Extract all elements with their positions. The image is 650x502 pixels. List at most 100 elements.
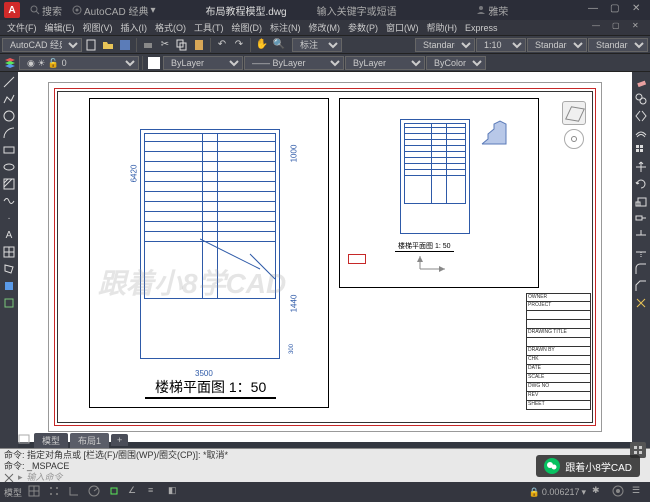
stretch-icon[interactable] xyxy=(633,210,649,226)
plotcolor-select[interactable]: ByColor xyxy=(426,56,486,70)
close-button[interactable]: ✕ xyxy=(632,3,646,17)
sb-otrack-icon[interactable]: ∠ xyxy=(128,485,142,499)
workspace-select[interactable]: AutoCAD 经典 xyxy=(2,38,82,52)
nav-wheel[interactable] xyxy=(564,129,584,149)
menu-param[interactable]: 参数(P) xyxy=(345,21,381,34)
offset-icon[interactable] xyxy=(633,125,649,141)
scale-select[interactable]: 1:10 xyxy=(476,38,526,52)
sb-lineweight-icon[interactable]: ≡ xyxy=(148,485,162,499)
color-select[interactable]: ByLayer xyxy=(163,56,243,70)
viewport-right[interactable]: 楼梯平面图 1: 50 xyxy=(339,98,539,288)
explode-icon[interactable] xyxy=(633,295,649,311)
sb-scale[interactable]: 🔒 0.006217 ▾ xyxy=(529,487,586,498)
table-icon[interactable] xyxy=(1,244,17,260)
erase-icon[interactable] xyxy=(633,74,649,90)
copy-obj-icon[interactable] xyxy=(633,91,649,107)
region-icon[interactable] xyxy=(1,261,17,277)
polyline-icon[interactable] xyxy=(1,91,17,107)
maximize-button[interactable]: ▢ xyxy=(610,3,624,17)
tab-layout1[interactable]: 布局1 xyxy=(70,433,109,448)
sb-annotation-icon[interactable]: ✱ xyxy=(592,485,606,499)
menu-help[interactable]: 帮助(H) xyxy=(424,21,461,34)
print-icon[interactable] xyxy=(140,37,156,53)
doc-maximize-button[interactable]: ▢ xyxy=(612,21,626,35)
sb-grid-icon[interactable] xyxy=(28,485,42,499)
sb-snap-icon[interactable] xyxy=(48,485,62,499)
minimize-button[interactable]: — xyxy=(588,3,602,17)
toolbar-layers: ◉ ☀ 🔓 0 ByLayer —— ByLayer ByLayer ByCol… xyxy=(0,54,650,72)
ellipse-icon[interactable] xyxy=(1,159,17,175)
workspace-dropdown[interactable]: AutoCAD 经典 ▾ xyxy=(72,3,156,18)
rotate-icon[interactable] xyxy=(633,176,649,192)
viewport-left[interactable]: 6420 1000 1440 300 3500 楼梯平面图 1：50 xyxy=(89,98,329,408)
menu-edit[interactable]: 编辑(E) xyxy=(42,21,78,34)
save-icon[interactable] xyxy=(117,37,133,53)
text-icon[interactable]: A xyxy=(1,227,17,243)
array-icon[interactable] xyxy=(633,142,649,158)
redo-icon[interactable]: ↷ xyxy=(231,37,247,53)
menu-modify[interactable]: 修改(M) xyxy=(306,21,344,34)
scale-icon[interactable] xyxy=(633,193,649,209)
dimstyle-select[interactable]: Standard xyxy=(527,38,587,52)
textstyle-select[interactable]: Standard xyxy=(415,38,475,52)
layer-manager-icon[interactable] xyxy=(2,55,18,71)
linetype-select[interactable]: —— ByLayer xyxy=(244,56,344,70)
open-icon[interactable] xyxy=(100,37,116,53)
cmd-close-icon[interactable] xyxy=(4,473,14,483)
rectangle-icon[interactable] xyxy=(1,142,17,158)
pan-icon[interactable]: ✋ xyxy=(254,37,270,53)
sb-model-paper[interactable]: 模型 xyxy=(4,486,22,499)
block-icon[interactable] xyxy=(1,278,17,294)
insert-icon[interactable] xyxy=(1,295,17,311)
doc-close-button[interactable]: ✕ xyxy=(632,21,646,35)
user-icon xyxy=(476,5,486,15)
new-icon[interactable] xyxy=(83,37,99,53)
annotation-select[interactable]: 标注 xyxy=(292,38,342,52)
zoom-icon[interactable]: 🔍 xyxy=(271,37,287,53)
user-menu[interactable]: 雅荣 xyxy=(476,3,508,18)
menu-window[interactable]: 窗口(W) xyxy=(383,21,422,34)
fillet-icon[interactable] xyxy=(633,261,649,277)
search-box[interactable]: 搜索 xyxy=(30,3,62,18)
line-icon[interactable] xyxy=(1,74,17,90)
chamfer-icon[interactable] xyxy=(633,278,649,294)
circle-icon[interactable] xyxy=(1,108,17,124)
tab-add[interactable]: + xyxy=(111,434,128,446)
sb-ortho-icon[interactable] xyxy=(68,485,82,499)
trim-icon[interactable] xyxy=(633,227,649,243)
extend-icon[interactable] xyxy=(633,244,649,260)
model-icon[interactable] xyxy=(18,434,32,446)
menu-file[interactable]: 文件(F) xyxy=(4,21,40,34)
menu-draw[interactable]: 绘图(D) xyxy=(229,21,266,34)
copy-icon[interactable] xyxy=(174,37,190,53)
menu-insert[interactable]: 插入(I) xyxy=(118,21,151,34)
menu-dimension[interactable]: 标注(N) xyxy=(267,21,304,34)
lineweight-select[interactable]: ByLayer xyxy=(345,56,425,70)
point-icon[interactable]: · xyxy=(1,210,17,226)
doc-minimize-button[interactable]: — xyxy=(592,21,606,35)
menu-format[interactable]: 格式(O) xyxy=(152,21,189,34)
hatch-icon[interactable] xyxy=(1,176,17,192)
canvas[interactable]: 6420 1000 1440 300 3500 楼梯平面图 1：50 xyxy=(18,72,632,442)
keyword-hint[interactable]: 输入关键字或短语 xyxy=(317,3,397,18)
spline-icon[interactable] xyxy=(1,193,17,209)
sb-workspace-icon[interactable] xyxy=(612,485,626,499)
sb-transparency-icon[interactable]: ◧ xyxy=(168,485,182,499)
cut-icon[interactable]: ✂ xyxy=(157,37,173,53)
layer-select[interactable]: ◉ ☀ 🔓 0 xyxy=(19,56,139,70)
view-cube[interactable] xyxy=(562,101,586,125)
sb-osnap-icon[interactable] xyxy=(108,485,122,499)
paste-icon[interactable] xyxy=(191,37,207,53)
move-icon[interactable] xyxy=(633,159,649,175)
menu-express[interactable]: Express xyxy=(462,23,501,33)
undo-icon[interactable]: ↶ xyxy=(214,37,230,53)
arc-icon[interactable] xyxy=(1,125,17,141)
sb-customize-icon[interactable]: ☰ xyxy=(632,485,646,499)
mirror-icon[interactable] xyxy=(633,108,649,124)
tablestyle-select[interactable]: Standard xyxy=(588,38,648,52)
tab-model[interactable]: 模型 xyxy=(34,433,68,448)
menu-tools[interactable]: 工具(T) xyxy=(191,21,227,34)
menu-view[interactable]: 视图(V) xyxy=(80,21,116,34)
color-swatch[interactable] xyxy=(146,55,162,71)
sb-polar-icon[interactable] xyxy=(88,485,102,499)
